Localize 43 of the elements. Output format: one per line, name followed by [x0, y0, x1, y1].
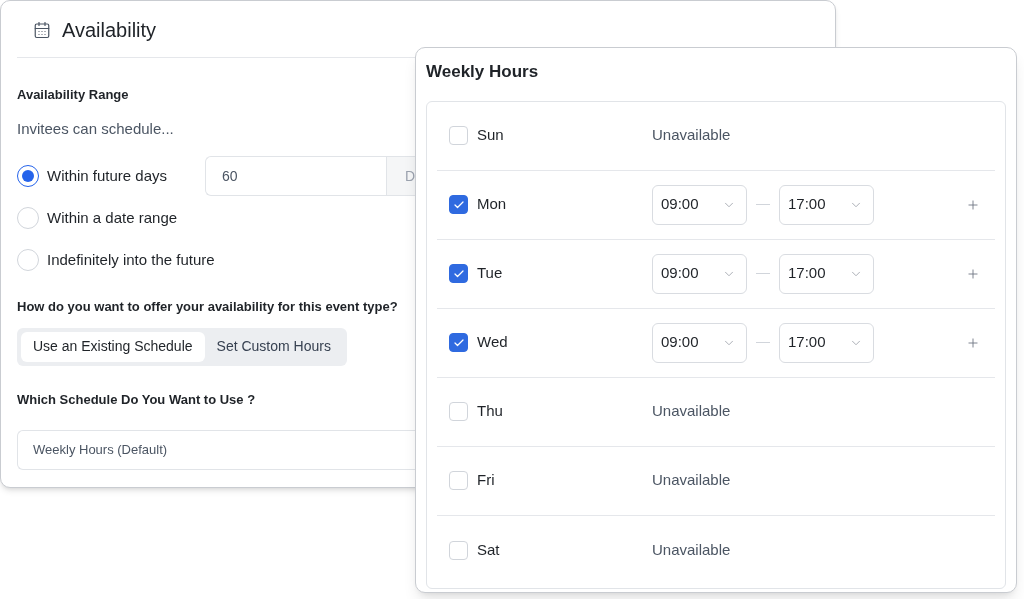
time-select[interactable]: 09:00 — [652, 184, 747, 225]
add-icon[interactable] — [966, 197, 980, 212]
time-select[interactable]: 17:00 — [779, 322, 874, 363]
day-label: Thu — [477, 401, 504, 422]
radio-label: Indefinitely into the future — [47, 249, 215, 270]
dash-icon — [756, 204, 770, 205]
segment-tab[interactable]: Set Custom Hours — [204, 331, 343, 362]
dash-icon — [756, 273, 770, 274]
dash-icon — [756, 342, 770, 343]
time-select[interactable]: 17:00 — [779, 253, 874, 294]
unavailable-text: Unavailable — [652, 125, 731, 146]
day-label: Tue — [477, 263, 504, 284]
calendar-icon — [33, 21, 51, 39]
time-select[interactable]: 09:00 — [652, 253, 747, 294]
days-value: 60 — [221, 166, 239, 186]
time-select[interactable]: 17:00 — [779, 184, 874, 225]
add-icon[interactable] — [966, 335, 980, 350]
schedule-select[interactable]: Weekly Hours (Default) — [17, 430, 415, 470]
radio-label: Within a date range — [47, 207, 178, 228]
day-label: Wed — [477, 332, 509, 353]
day-label: Fri — [477, 470, 496, 491]
radio-label: Within future days — [47, 165, 169, 186]
day-label: Sat — [477, 539, 501, 560]
day-checkbox[interactable] — [449, 264, 468, 283]
days-suffix: D — [385, 157, 415, 195]
unavailable-text: Unavailable — [652, 470, 731, 491]
intro-text: Invitees can schedule... — [17, 118, 174, 139]
day-checkbox[interactable] — [449, 195, 468, 214]
day-label: Sun — [477, 125, 505, 146]
card-title: Availability — [62, 18, 157, 43]
days-field[interactable]: 60 D — [205, 156, 415, 196]
section-label: Availability Range — [17, 86, 130, 104]
schedule-question: Which Schedule Do You Want to Use ? — [17, 390, 257, 409]
time-select[interactable]: 09:00 — [652, 322, 747, 363]
day-label: Mon — [477, 194, 508, 215]
segment-tab[interactable]: Use an Existing Schedule — [21, 331, 205, 362]
day-checkbox[interactable] — [449, 333, 468, 352]
unavailable-text: Unavailable — [652, 401, 731, 422]
offer-question: How do you want to offer your availability for this event type? — [17, 298, 399, 316]
unavailable-text: Unavailable — [652, 539, 731, 560]
card-title: Weekly Hours — [426, 61, 540, 83]
radio-option[interactable] — [17, 165, 39, 187]
add-icon[interactable] — [966, 266, 980, 281]
